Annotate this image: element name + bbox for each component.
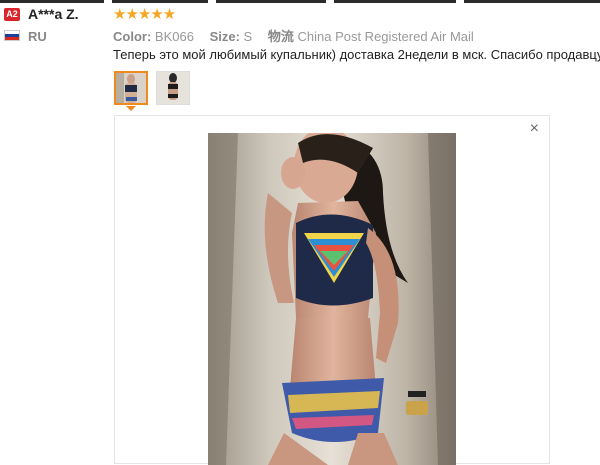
shipping-label: 物流 bbox=[267, 29, 294, 44]
review-photo bbox=[208, 133, 456, 465]
photo-viewer: × bbox=[114, 115, 550, 465]
color-value: BK066 bbox=[154, 29, 194, 44]
shipping-value: China Post Registered Air Mail bbox=[297, 29, 474, 44]
color-label: Color: bbox=[113, 29, 152, 44]
selected-thumbnail-indicator bbox=[126, 106, 136, 111]
top-divider bbox=[0, 0, 600, 3]
close-icon[interactable]: × bbox=[530, 120, 539, 138]
review-text: Теперь это мой любимый купальник) достав… bbox=[113, 47, 600, 62]
reviewer-country: RU bbox=[28, 29, 47, 44]
review-photo-thumbnail-1[interactable] bbox=[114, 71, 148, 105]
size-label: Size: bbox=[209, 29, 240, 44]
star-rating: ★★★★★ bbox=[113, 6, 176, 23]
review-photo-thumbnail-2[interactable] bbox=[156, 71, 190, 105]
russia-flag-icon bbox=[4, 30, 20, 41]
level-badge: A2 bbox=[4, 8, 20, 21]
reviewer-name: A***a Z. bbox=[28, 6, 79, 22]
order-attributes: Color: BK066 Size: S 物流 China Post Regis… bbox=[113, 26, 474, 45]
size-value: S bbox=[243, 29, 253, 44]
